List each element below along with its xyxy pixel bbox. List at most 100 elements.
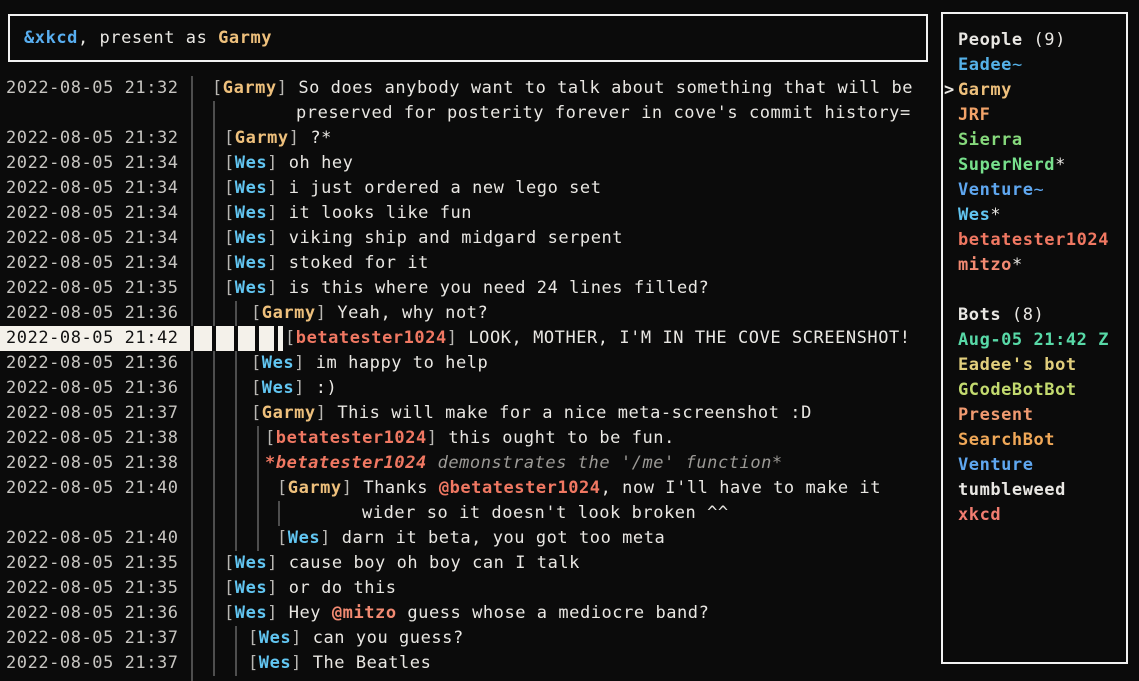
thread-guide-line bbox=[213, 576, 215, 601]
me-action-name: *betatester1024 bbox=[265, 453, 427, 473]
message-text: [Wes] is this where you need 24 lines fi… bbox=[224, 276, 709, 301]
user-list-item[interactable]: betatester1024 bbox=[958, 228, 1109, 253]
user-list-item[interactable]: Sierra bbox=[958, 128, 1023, 153]
name-bracket: ] bbox=[267, 253, 278, 273]
message-body: viking ship and midgard serpent bbox=[278, 228, 623, 248]
timestamp: 2022-08-05 21:35 bbox=[6, 551, 179, 576]
sender-name[interactable]: Wes bbox=[235, 228, 267, 248]
user-list-item[interactable]: Venture~ bbox=[958, 178, 1044, 203]
sender-name[interactable]: Wes bbox=[235, 153, 267, 173]
timestamp: 2022-08-05 21:34 bbox=[6, 176, 179, 201]
timestamp: 2022-08-05 21:34 bbox=[6, 201, 179, 226]
user-list-item[interactable]: Wes* bbox=[958, 203, 1001, 228]
timestamp: 2022-08-05 21:34 bbox=[6, 226, 179, 251]
bot-list-item[interactable]: xkcd bbox=[958, 503, 1001, 528]
user-list-item[interactable]: SuperNerd* bbox=[958, 153, 1066, 178]
timestamp: 2022-08-05 21:35 bbox=[6, 576, 179, 601]
sender-name[interactable]: Wes bbox=[235, 253, 267, 273]
bot-list-item[interactable]: SearchBot bbox=[958, 428, 1055, 453]
bot-name: Venture bbox=[958, 455, 1034, 475]
timestamp: 2022-08-05 21:36 bbox=[6, 376, 179, 401]
message-text: [Wes] stoked for it bbox=[224, 251, 429, 276]
message-body: can you guess? bbox=[302, 628, 464, 648]
sender-name[interactable]: Wes bbox=[235, 278, 267, 298]
thread-guide-line bbox=[213, 101, 215, 126]
thread-guide-line bbox=[213, 451, 215, 476]
bot-list-item[interactable]: GCodeBotBot bbox=[958, 378, 1077, 403]
thread-guide-line bbox=[213, 476, 215, 501]
people-section-title: People (9) bbox=[958, 28, 1066, 53]
bot-name: tumbleweed bbox=[958, 480, 1066, 500]
user-list-item[interactable]: Garmy bbox=[958, 78, 1012, 103]
thread-guide-line bbox=[213, 376, 215, 401]
message-body: oh hey bbox=[278, 153, 354, 173]
thread-guide-line bbox=[213, 226, 215, 251]
sender-name[interactable]: Wes bbox=[235, 603, 267, 623]
sender-name[interactable]: Wes bbox=[262, 378, 294, 398]
sender-name[interactable]: Garmy bbox=[223, 78, 277, 98]
sender-name[interactable]: Wes bbox=[235, 203, 267, 223]
bot-list-item[interactable]: Aug-05 21:42 Z bbox=[958, 328, 1109, 353]
user-list-panel: People (9) Bots (8) Eadee~>GarmyJRFSierr… bbox=[941, 12, 1128, 664]
message-text: [Wes] The Beatles bbox=[248, 651, 431, 676]
sender-name[interactable]: Wes bbox=[259, 628, 291, 648]
bots-count: (8) bbox=[1001, 305, 1044, 325]
message-body: This will make for a nice meta-screensho… bbox=[327, 403, 812, 423]
thread-guide-line bbox=[213, 201, 215, 226]
bot-name: SearchBot bbox=[958, 430, 1055, 450]
name-bracket: ] bbox=[447, 328, 458, 348]
message-text: [Wes] :) bbox=[251, 376, 337, 401]
timestamp: 2022-08-05 21:38 bbox=[6, 451, 179, 476]
sender-name[interactable]: Garmy bbox=[262, 303, 316, 323]
bot-list-item[interactable]: tumbleweed bbox=[958, 478, 1066, 503]
message-body: The Beatles bbox=[302, 653, 431, 673]
bot-list-item[interactable]: Venture bbox=[958, 453, 1034, 478]
sender-name[interactable]: Wes bbox=[262, 353, 294, 373]
bot-list-item[interactable]: Eadee's bot bbox=[958, 353, 1077, 378]
name-bracket: [ bbox=[277, 528, 288, 548]
sender-name[interactable]: Garmy bbox=[235, 128, 289, 148]
user-mention[interactable]: @mitzo bbox=[332, 603, 397, 623]
name-bracket: ] bbox=[267, 153, 278, 173]
message-text: [Wes] it looks like fun bbox=[224, 201, 472, 226]
timestamp: 2022-08-05 21:34 bbox=[6, 151, 179, 176]
timestamp: 2022-08-05 21:37 bbox=[6, 626, 179, 651]
name-bracket: ] bbox=[316, 303, 327, 323]
message-body: cause boy oh boy can I talk bbox=[278, 553, 580, 573]
user-list-item[interactable]: mitzo* bbox=[958, 253, 1023, 278]
thread-guide-line bbox=[235, 651, 237, 676]
sender-name[interactable]: Garmy bbox=[288, 478, 342, 498]
bot-name: Present bbox=[958, 405, 1034, 425]
sender-name[interactable]: Wes bbox=[288, 528, 320, 548]
bot-name: xkcd bbox=[958, 505, 1001, 525]
me-action-text: demonstrates the '/me' function* bbox=[427, 453, 783, 473]
name-bracket: [ bbox=[224, 578, 235, 598]
sender-name[interactable]: Wes bbox=[235, 553, 267, 573]
user-list-item[interactable]: JRF bbox=[958, 103, 990, 128]
sender-name[interactable]: betatester1024 bbox=[296, 328, 447, 348]
sender-name[interactable]: betatester1024 bbox=[276, 428, 427, 448]
timestamp: 2022-08-05 21:37 bbox=[6, 651, 179, 676]
sender-name[interactable]: Wes bbox=[259, 653, 291, 673]
sender-name[interactable]: Garmy bbox=[262, 403, 316, 423]
name-bracket: [ bbox=[224, 203, 235, 223]
message-text: [Garmy] This will make for a nice meta-s… bbox=[251, 401, 812, 426]
name-bracket: [ bbox=[224, 153, 235, 173]
timestamp: 2022-08-05 21:35 bbox=[6, 276, 179, 301]
user-mention[interactable]: @betatester1024 bbox=[439, 478, 601, 498]
thread-guide-line bbox=[235, 526, 237, 551]
timestamp: 2022-08-05 21:40 bbox=[6, 476, 179, 501]
bot-list-item[interactable]: Present bbox=[958, 403, 1034, 428]
name-bracket: [ bbox=[212, 78, 223, 98]
thread-guide-line bbox=[213, 251, 215, 276]
message-text: [Garmy] Yeah, why not? bbox=[251, 301, 488, 326]
sender-name[interactable]: Wes bbox=[235, 578, 267, 598]
user-list-item[interactable]: Eadee~ bbox=[958, 53, 1023, 78]
thread-guide-line bbox=[235, 401, 237, 426]
thread-guide-line bbox=[213, 301, 215, 326]
name-bracket: ] bbox=[427, 428, 438, 448]
name-bracket: [ bbox=[251, 303, 262, 323]
name-bracket: ] bbox=[267, 278, 278, 298]
sender-name[interactable]: Wes bbox=[235, 178, 267, 198]
thread-guide-line bbox=[257, 526, 259, 551]
